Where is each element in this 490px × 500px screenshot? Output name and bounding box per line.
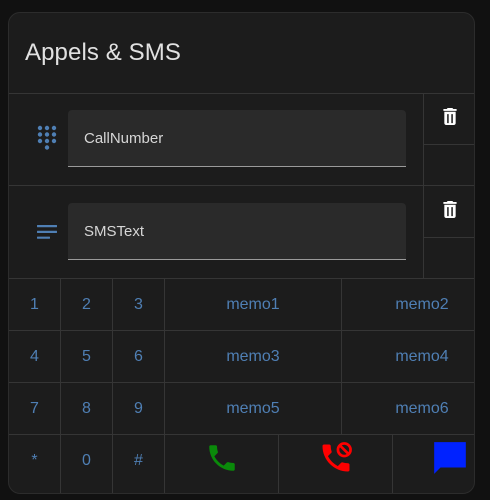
key-8[interactable]: 8 — [61, 383, 112, 434]
key-label: * — [31, 451, 38, 469]
text-lines-icon — [29, 214, 65, 250]
card-title: Appels & SMS — [25, 39, 181, 66]
key-2[interactable]: 2 — [61, 279, 112, 330]
key-label: 4 — [30, 347, 39, 365]
key-9[interactable]: 9 — [113, 383, 164, 434]
key-6[interactable]: 6 — [113, 331, 164, 382]
memo6-button[interactable]: memo6 — [342, 383, 474, 434]
call-number-input[interactable]: CallNumber — [68, 110, 406, 167]
key-label: 6 — [134, 347, 143, 365]
memo1-button[interactable]: memo1 — [165, 279, 341, 330]
hangup-button[interactable] — [279, 435, 392, 486]
trash-icon — [442, 107, 457, 130]
call-button[interactable] — [165, 435, 278, 486]
key-label: 1 — [30, 295, 39, 313]
key-label: 0 — [82, 451, 91, 469]
memo-label: memo3 — [226, 347, 280, 365]
clear-call-button[interactable] — [423, 93, 474, 145]
key-4[interactable]: 4 — [9, 331, 60, 382]
sms-text-input[interactable]: SMSText — [68, 203, 406, 260]
memo-label: memo2 — [395, 295, 449, 313]
memo4-button[interactable]: memo4 — [342, 331, 474, 382]
phone-icon — [205, 441, 239, 480]
dialpad-icon — [29, 120, 65, 156]
divider — [9, 93, 474, 94]
key-5[interactable]: 5 — [61, 331, 112, 382]
memo-label: memo6 — [395, 399, 449, 417]
divider — [9, 185, 424, 186]
memo3-button[interactable]: memo3 — [165, 331, 341, 382]
key-label: 9 — [134, 399, 143, 417]
key-1[interactable]: 1 — [9, 279, 60, 330]
key-label: 8 — [82, 399, 91, 417]
key-label: 7 — [30, 399, 39, 417]
clear-sms-button[interactable] — [423, 185, 474, 238]
key-label: # — [134, 451, 143, 469]
key-3[interactable]: 3 — [113, 279, 164, 330]
key-label: 3 — [134, 295, 143, 313]
phone-hangup-icon — [318, 440, 354, 481]
memo2-button[interactable]: memo2 — [342, 279, 474, 330]
calls-sms-card: Appels & SMS CallNumber SMSText 1 2 3 me… — [8, 12, 475, 494]
key-label: 2 — [82, 295, 91, 313]
call-number-value: CallNumber — [84, 129, 164, 147]
memo-label: memo4 — [395, 347, 449, 365]
memo-label: memo1 — [226, 295, 280, 313]
key-star[interactable]: * — [9, 435, 60, 486]
memo-label: memo5 — [226, 399, 280, 417]
trash-icon — [442, 200, 457, 223]
key-label: 5 — [82, 347, 91, 365]
key-0[interactable]: 0 — [61, 435, 112, 486]
message-icon — [431, 439, 469, 482]
sms-send-button[interactable] — [393, 435, 474, 486]
memo5-button[interactable]: memo5 — [165, 383, 341, 434]
sms-text-value: SMSText — [84, 222, 145, 240]
key-7[interactable]: 7 — [9, 383, 60, 434]
key-hash[interactable]: # — [113, 435, 164, 486]
